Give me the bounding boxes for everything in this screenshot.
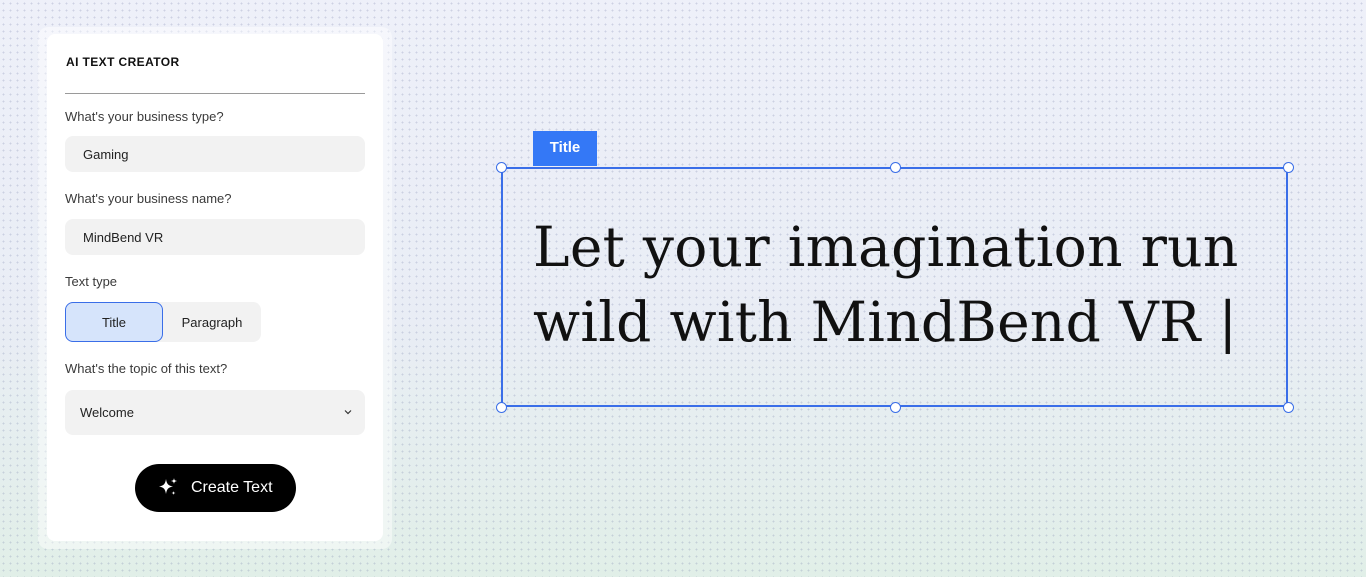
resize-handle-top-left[interactable]	[496, 162, 507, 173]
resize-handle-top-right[interactable]	[1283, 162, 1294, 173]
business-name-label: What's your business name?	[65, 191, 232, 206]
text-type-title-option[interactable]: Title	[65, 302, 163, 342]
generated-title-text[interactable]: Let your imagination run wild with MindB…	[533, 210, 1273, 360]
topic-selected-value: Welcome	[80, 405, 134, 420]
topic-label: What's the topic of this text?	[65, 361, 228, 376]
business-type-label: What's your business type?	[65, 109, 224, 124]
resize-handle-bottom-left[interactable]	[496, 402, 507, 413]
resize-handle-bottom-right[interactable]	[1283, 402, 1294, 413]
element-type-tag: Title	[533, 131, 597, 166]
chevron-down-icon	[344, 410, 352, 415]
panel-divider	[65, 93, 365, 94]
text-type-paragraph-option[interactable]: Paragraph	[163, 302, 261, 342]
ai-text-creator-panel: AI TEXT CREATOR What's your business typ…	[47, 34, 383, 541]
business-type-input[interactable]: Gaming	[65, 136, 365, 172]
business-name-input[interactable]: MindBend VR	[65, 219, 365, 255]
create-text-button[interactable]: Create Text	[135, 464, 296, 512]
create-text-label: Create Text	[191, 479, 273, 496]
resize-handle-bottom-center[interactable]	[890, 402, 901, 413]
sparkle-icon	[159, 478, 177, 495]
panel-title: AI TEXT CREATOR	[66, 55, 180, 69]
topic-select[interactable]: Welcome	[65, 390, 365, 435]
text-type-label: Text type	[65, 274, 118, 289]
text-type-toggle: Title Paragraph	[65, 302, 261, 342]
resize-handle-top-center[interactable]	[890, 162, 901, 173]
